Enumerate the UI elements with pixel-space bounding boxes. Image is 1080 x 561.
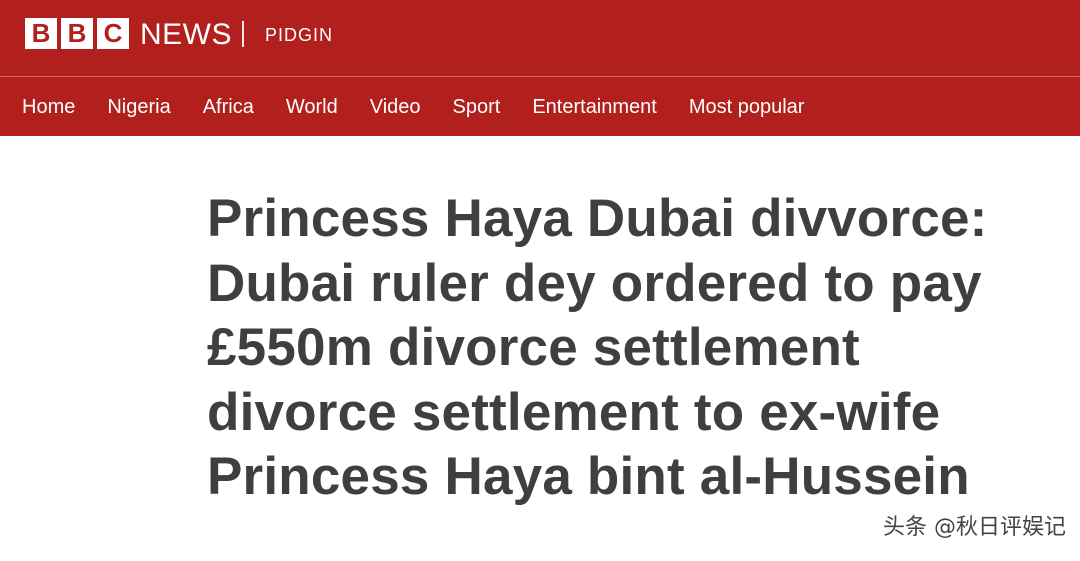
- headline-line-5: Princess Haya bint al-Hussein: [207, 447, 970, 506]
- headline-line-3: £550m divorce settlement: [207, 318, 860, 377]
- article-headline: Princess Haya Dubai divvorce: Dubai rule…: [207, 187, 1067, 510]
- nav-item-sport[interactable]: Sport: [453, 95, 501, 119]
- nav-item-africa[interactable]: Africa: [203, 95, 254, 119]
- bbc-logo-block-b1: B: [25, 18, 57, 49]
- headline-line-2: Dubai ruler dey ordered to pay: [207, 253, 982, 313]
- headline-line-4: divorce settlement to ex-wife: [207, 382, 941, 442]
- nav-item-entertainment[interactable]: Entertainment: [532, 95, 657, 119]
- nav-item-world[interactable]: World: [286, 95, 338, 119]
- source-watermark: 头条 @秋日评娱记: [883, 515, 1066, 540]
- brand-divider: [242, 21, 244, 47]
- nav-list: Home Nigeria Africa World Video Sport En…: [22, 95, 836, 119]
- main-nav: Home Nigeria Africa World Video Sport En…: [0, 77, 1080, 136]
- nav-item-nigeria[interactable]: Nigeria: [107, 95, 170, 119]
- bbc-logo[interactable]: B B C: [25, 18, 129, 49]
- nav-item-most-popular[interactable]: Most popular: [689, 95, 805, 119]
- headline-line-1: Princess Haya Dubai divvorce:: [207, 189, 988, 248]
- bbc-logo-block-c: C: [97, 18, 129, 49]
- edition-label[interactable]: PIDGIN: [265, 25, 333, 45]
- nav-item-video[interactable]: Video: [370, 95, 421, 119]
- nav-item-home[interactable]: Home: [22, 95, 75, 119]
- news-brand[interactable]: NEWS: [140, 18, 232, 51]
- bbc-logo-block-b2: B: [61, 18, 93, 49]
- masthead: B B C NEWS PIDGIN: [0, 0, 1080, 76]
